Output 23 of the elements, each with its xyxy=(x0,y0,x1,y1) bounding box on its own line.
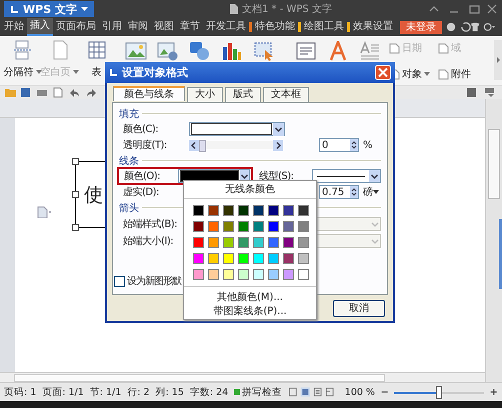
section-heading: 填充 xyxy=(119,108,139,120)
field-label: 始端样式(B): xyxy=(123,218,178,230)
field-label: 颜色(C): xyxy=(123,122,160,136)
unit-label: % xyxy=(363,140,373,150)
section-heading: 线条 xyxy=(119,154,139,168)
zoom-level: 100 % xyxy=(344,386,375,398)
status-text: 节: 1/1 xyxy=(90,386,122,398)
status-text: 行: 2 xyxy=(127,386,150,398)
status-text: 页码: 1 xyxy=(4,386,36,398)
field-label: 虚实(D): xyxy=(123,186,160,199)
field-label: 透明度(T): xyxy=(123,138,168,152)
unit-label: 磅 xyxy=(363,186,373,199)
window-title: 文档1 * - WPS 文字 xyxy=(242,2,332,16)
status-text: 列: 15 xyxy=(156,386,184,398)
status-text: 字数: 24 xyxy=(190,386,228,398)
checkbox-label: 设为新图形默 xyxy=(127,274,181,288)
dialog-title: 设置对象格式 xyxy=(122,65,188,80)
field-label: 颜色(O): xyxy=(123,170,162,183)
field-label: 线型(S): xyxy=(259,170,295,183)
section-heading: 箭头 xyxy=(119,202,139,214)
status-text: 页面: 1/1 xyxy=(42,386,84,398)
field-label: 始端大小(I): xyxy=(123,234,174,248)
text-box-text: 使 xyxy=(84,182,103,208)
